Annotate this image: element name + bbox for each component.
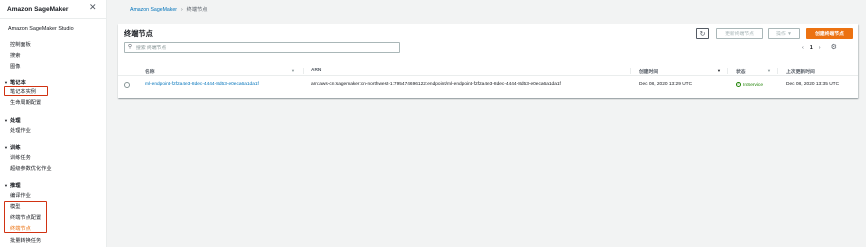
sidebar-item-hpo-jobs[interactable]: 超级参数优化作业 (10, 165, 52, 172)
chevron-right-icon: › (181, 6, 183, 13)
sidebar-item-processing-jobs[interactable]: 处理作业 (10, 127, 31, 134)
caret-down-icon: ▼ (4, 145, 8, 150)
column-divider (777, 68, 778, 74)
gear-icon[interactable]: ⚙ (831, 44, 837, 51)
page-number[interactable]: 1 (810, 45, 813, 51)
sidebar-nav: Amazon SageMaker ✕ Amazon SageMaker Stud… (0, 0, 107, 247)
close-icon[interactable]: ✕ (89, 3, 97, 12)
column-header-arn[interactable]: ARN (311, 68, 321, 73)
status-badge: ✓ InService (736, 82, 763, 88)
column-header-created[interactable]: 创建时间 (639, 68, 658, 75)
status-text: InService (743, 82, 763, 88)
refresh-icon: ↻ (699, 30, 706, 38)
table-header: 名称 ▼ ARN 创建时间 ▼ 状态 ▼ 上次更新时间 (118, 65, 858, 76)
sidebar-section-label: 训练 (9, 145, 21, 151)
sagemaker-console: Amazon SageMaker ✕ Amazon SageMaker Stud… (0, 0, 866, 247)
actions-dropdown[interactable]: 操作 ▼ (768, 28, 800, 39)
sidebar-item-compilation-jobs[interactable]: 编译作业 (10, 192, 31, 199)
endpoints-panel: 终端节点 ↻ 更新终端节点 操作 ▼ 创建终端节点 ⚲ 搜索 终端节点 ‹ 1 … (118, 24, 858, 98)
endpoint-arn: arn:aws-cn:sagemaker:cn-northwest-1:7954… (311, 82, 561, 87)
caret-down-icon: ▼ (4, 80, 8, 85)
column-divider (630, 68, 631, 74)
column-header-updated[interactable]: 上次更新时间 (786, 68, 815, 75)
sidebar-item-search[interactable]: 搜索 (10, 52, 20, 59)
sidebar-item-training-jobs[interactable]: 训练任务 (10, 154, 31, 161)
sidebar-section-processing[interactable]: ▼ 处理 (4, 116, 21, 124)
sort-icon[interactable]: ▼ (767, 68, 771, 73)
sidebar-section-training[interactable]: ▼ 训练 (4, 143, 21, 151)
breadcrumb-current: 终端节点 (186, 7, 208, 13)
sidebar-item-dashboard[interactable]: 控制面板 (10, 41, 31, 48)
pagination: ‹ 1 › ⚙ (802, 44, 837, 51)
row-select-radio[interactable] (124, 82, 130, 88)
sidebar-section-label: 推理 (9, 183, 21, 189)
check-circle-icon: ✓ (736, 82, 741, 87)
sidebar-title: Amazon SageMaker (7, 5, 69, 13)
sidebar-item-images[interactable]: 图像 (10, 63, 20, 70)
prev-page-icon[interactable]: ‹ (802, 45, 804, 51)
caret-down-icon: ▼ (4, 183, 8, 188)
updated-time: Dec 08, 2020 13:35 UTC (786, 82, 840, 87)
column-header-status[interactable]: 状态 (736, 68, 746, 75)
sidebar-item-batch-transform[interactable]: 批量转换任务 (10, 237, 41, 244)
refresh-button[interactable]: ↻ (696, 28, 709, 39)
search-placeholder: 搜索 终端节点 (136, 46, 167, 51)
breadcrumb-root-link[interactable]: Amazon SageMaker (130, 7, 177, 13)
next-page-icon[interactable]: › (819, 45, 821, 51)
create-endpoint-button[interactable]: 创建终端节点 (806, 28, 853, 39)
page-title: 终端节点 (124, 29, 153, 38)
search-icon: ⚲ (128, 43, 133, 50)
column-divider (303, 68, 304, 74)
search-input[interactable]: ⚲ 搜索 终端节点 (124, 42, 400, 53)
highlight-box-inference (4, 201, 47, 233)
update-endpoint-button[interactable]: 更新终端节点 (716, 28, 763, 39)
sidebar-section-label: 处理 (9, 118, 21, 124)
endpoint-name-link[interactable]: ml-endpoint-f2f2a4e3-8dec-4444-8d53-e0ec… (145, 82, 259, 87)
column-header-name[interactable]: 名称 (145, 68, 155, 75)
sort-icon[interactable]: ▼ (291, 68, 295, 73)
sidebar-section-notebook[interactable]: ▼ 笔记本 (4, 78, 26, 86)
created-time: Dec 08, 2020 13:29 UTC (639, 82, 693, 87)
caret-down-icon: ▼ (4, 118, 8, 123)
sidebar-section-inference[interactable]: ▼ 推理 (4, 181, 21, 189)
breadcrumb: Amazon SageMaker › 终端节点 (130, 6, 208, 14)
sidebar-item-lifecycle-config[interactable]: 生命周期配置 (10, 99, 41, 106)
highlight-box-notebook-instances (4, 86, 48, 96)
sidebar-item-studio[interactable]: Amazon SageMaker Studio (8, 26, 74, 32)
table-row[interactable]: ml-endpoint-f2f2a4e3-8dec-4444-8d53-e0ec… (118, 78, 858, 92)
column-divider (727, 68, 728, 74)
sort-desc-icon[interactable]: ▼ (717, 68, 721, 73)
